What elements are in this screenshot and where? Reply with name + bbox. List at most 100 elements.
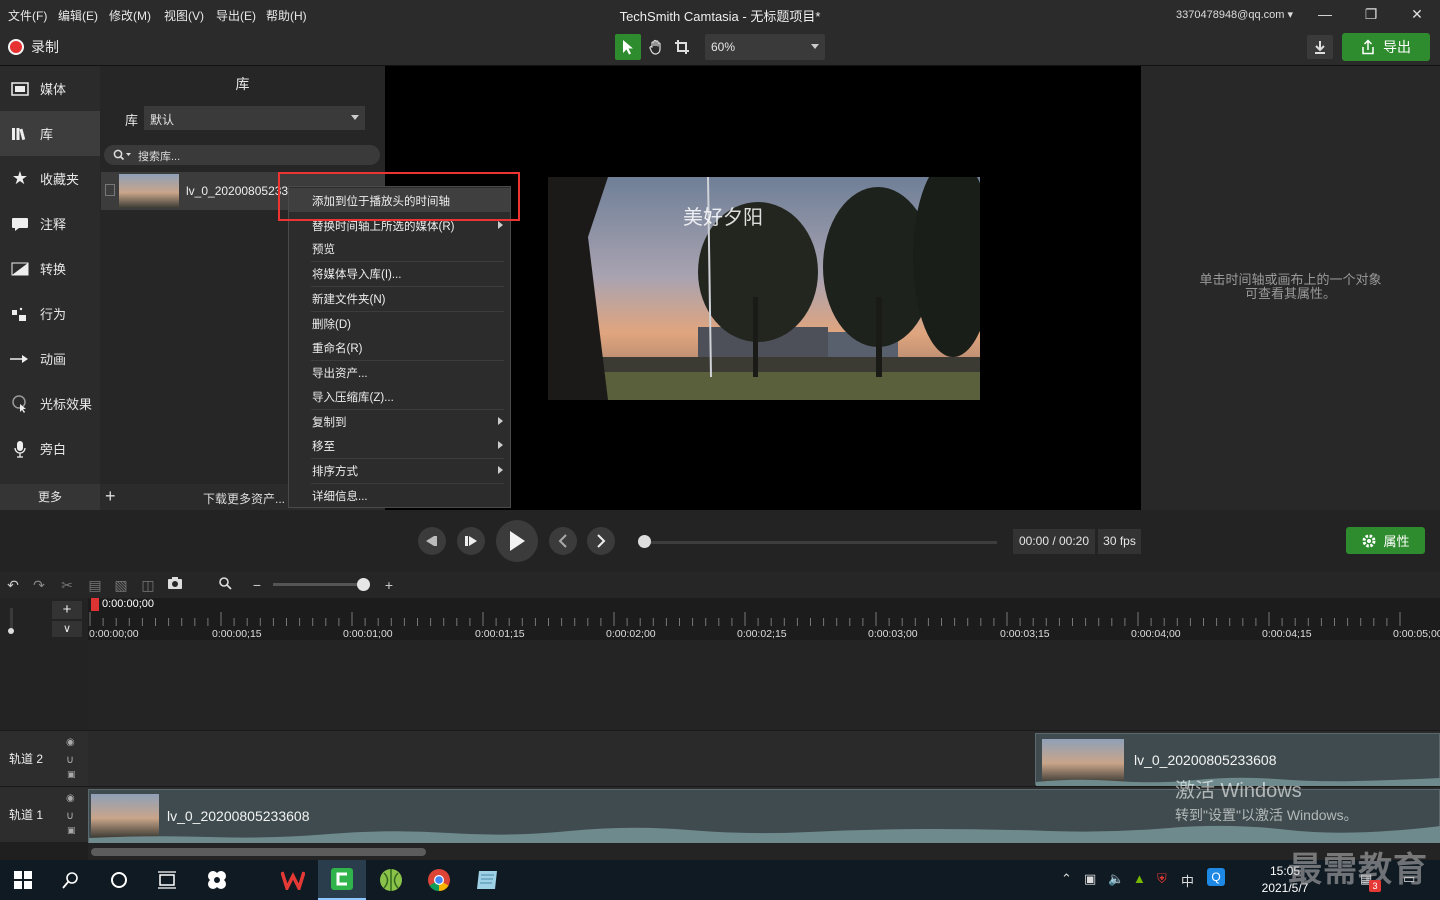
cortana-icon[interactable] <box>96 860 142 900</box>
track-height-handle[interactable] <box>8 628 14 634</box>
sidebar-item-annotations[interactable]: 注释 <box>0 201 100 246</box>
timeline-ruler[interactable]: 0:00:00;00 0:00:00;00 0:00:00;15 0:00:01… <box>88 598 1440 640</box>
scrollbar-thumb[interactable] <box>91 848 426 856</box>
step-back-button[interactable] <box>418 527 446 555</box>
chevron-right-icon <box>498 221 503 229</box>
magnet-icon[interactable]: ∪ <box>66 809 74 822</box>
record-button[interactable]: 录制 <box>8 37 59 57</box>
cm-copy-to[interactable]: 复制到 <box>289 409 510 433</box>
melon-app-icon[interactable] <box>368 860 414 900</box>
menu-modify[interactable]: 修改(M) <box>109 7 151 24</box>
snapshot-camera-icon[interactable] <box>166 576 184 594</box>
previous-clip-button[interactable] <box>549 527 577 555</box>
notes-app-icon[interactable] <box>464 860 510 900</box>
cm-import-media[interactable]: 将媒体导入库(I)... <box>289 261 510 285</box>
cm-sort-by[interactable]: 排序方式 <box>289 458 510 482</box>
account-menu[interactable]: 3370478948@qq.com ▾ <box>1176 8 1293 21</box>
cm-new-folder[interactable]: 新建文件夹(N) <box>289 286 510 310</box>
add-icon[interactable]: + <box>105 486 116 507</box>
sidebar-item-animations[interactable]: 动画 <box>0 336 100 381</box>
cm-rename[interactable]: 重命名(R) <box>289 335 510 359</box>
cm-preview[interactable]: 预览 <box>289 236 510 260</box>
select-arrow-icon[interactable] <box>615 34 641 60</box>
tick-label: 0:00:02;15 <box>737 628 787 640</box>
nvidia-icon[interactable]: ▲ <box>1133 871 1146 886</box>
menu-file[interactable]: 文件(F) <box>8 7 47 24</box>
qq-icon[interactable]: Q <box>1207 868 1225 886</box>
download-more-assets-link[interactable]: 下载更多资产... <box>203 490 285 507</box>
windows-start-icon[interactable] <box>0 860 46 900</box>
menu-view[interactable]: 视图(V) <box>164 7 204 24</box>
track-header-2[interactable]: 轨道 2 ◉ ∪ ▣ <box>0 730 88 786</box>
lock-icon[interactable]: ▣ <box>67 769 76 780</box>
sidebar-item-voice-narration[interactable]: 旁白 <box>0 426 100 471</box>
eye-icon[interactable]: ◉ <box>66 737 75 748</box>
zoom-select[interactable]: 60% <box>705 34 825 60</box>
step-forward-button[interactable] <box>457 527 485 555</box>
tick-label: 0:00:03;15 <box>1000 628 1050 640</box>
split-icon[interactable]: ◫ <box>139 576 157 594</box>
pinwheel-app-icon[interactable] <box>194 860 240 900</box>
undo-icon[interactable]: ↶ <box>4 576 22 594</box>
cm-export-assets[interactable]: 导出资产... <box>289 360 510 384</box>
more-button[interactable]: 更多 <box>0 484 100 510</box>
paste-icon[interactable]: ▧ <box>112 576 130 594</box>
sidebar-item-media[interactable]: 媒体 <box>0 66 100 111</box>
eye-icon[interactable]: ◉ <box>66 793 75 804</box>
download-button[interactable] <box>1307 35 1333 59</box>
scrubber-handle[interactable] <box>638 535 651 548</box>
security-shield-icon[interactable]: ⛨ <box>1157 871 1167 887</box>
timeline-empty-area[interactable] <box>88 640 1440 730</box>
chevron-up-icon[interactable]: ⌃ <box>1061 871 1072 887</box>
restore-icon[interactable]: ❐ <box>1356 4 1386 24</box>
timeline-scrollbar[interactable] <box>88 843 1440 860</box>
zoom-in-icon[interactable]: + <box>380 576 398 594</box>
wps-office-icon[interactable] <box>270 860 316 900</box>
timeline-zoom-handle[interactable] <box>357 578 370 591</box>
sidebar-item-cursor-effects[interactable]: 光标效果 <box>0 381 100 426</box>
library-search-input[interactable]: 搜索库... <box>104 145 380 165</box>
cut-icon[interactable]: ✂ <box>58 576 76 594</box>
close-icon[interactable]: ✕ <box>1402 4 1432 24</box>
cm-details[interactable]: 详细信息... <box>289 483 510 507</box>
sidebar-item-favorites[interactable]: ★ 收藏夹 <box>0 156 100 201</box>
cm-delete[interactable]: 删除(D) <box>289 311 510 335</box>
sidebar-item-library[interactable]: 库 <box>0 111 100 156</box>
library-select[interactable]: 默认 <box>144 106 365 130</box>
zoom-out-icon[interactable]: − <box>248 576 266 594</box>
copy-icon[interactable]: ▤ <box>86 576 104 594</box>
add-track-icon[interactable]: + <box>52 601 82 619</box>
crop-icon[interactable] <box>669 34 695 60</box>
timeline-zoom-slider[interactable] <box>273 583 368 586</box>
camtasia-icon[interactable] <box>318 860 366 900</box>
properties-button[interactable]: 属性 <box>1346 527 1425 554</box>
track-header-1[interactable]: 轨道 1 ◉ ∪ ▣ <box>0 786 88 842</box>
redo-icon[interactable]: ↷ <box>30 576 48 594</box>
task-view-icon[interactable] <box>144 860 190 900</box>
magnet-icon[interactable]: ∪ <box>66 753 74 766</box>
minimize-icon[interactable]: — <box>1310 4 1340 24</box>
ime-indicator[interactable]: 中 <box>1181 871 1194 890</box>
zoom-search-icon[interactable] <box>216 576 234 594</box>
lock-icon[interactable]: ▣ <box>67 825 76 836</box>
video-frame[interactable]: 美好夕阳 <box>548 177 980 400</box>
network-icon[interactable]: ▣ <box>1084 871 1096 887</box>
search-icon[interactable] <box>48 860 94 900</box>
cm-import-zipped-library[interactable]: 导入压缩库(Z)... <box>289 384 510 408</box>
context-menu: 添加到位于播放头的时间轴 替换时间轴上所选的媒体(R) 预览 将媒体导入库(I)… <box>288 186 511 508</box>
sidebar-item-transitions[interactable]: 转换 <box>0 246 100 291</box>
menu-export[interactable]: 导出(E) <box>216 7 256 24</box>
volume-icon[interactable]: 🔈 <box>1108 871 1124 887</box>
scrubber-track[interactable] <box>645 541 997 544</box>
cm-move-to[interactable]: 移至 <box>289 433 510 457</box>
chrome-icon[interactable] <box>416 860 462 900</box>
hand-pan-icon[interactable] <box>643 34 669 60</box>
play-button[interactable] <box>496 520 538 562</box>
next-clip-button[interactable] <box>587 527 615 555</box>
export-button[interactable]: 导出 <box>1342 33 1430 61</box>
chevron-down-icon[interactable]: ∨ <box>52 621 82 637</box>
menu-edit[interactable]: 编辑(E) <box>58 7 98 24</box>
sidebar-item-behaviors[interactable]: 行为 <box>0 291 100 336</box>
action-center-icon[interactable]: ▭ <box>1403 871 1415 887</box>
menu-help[interactable]: 帮助(H) <box>266 7 307 24</box>
